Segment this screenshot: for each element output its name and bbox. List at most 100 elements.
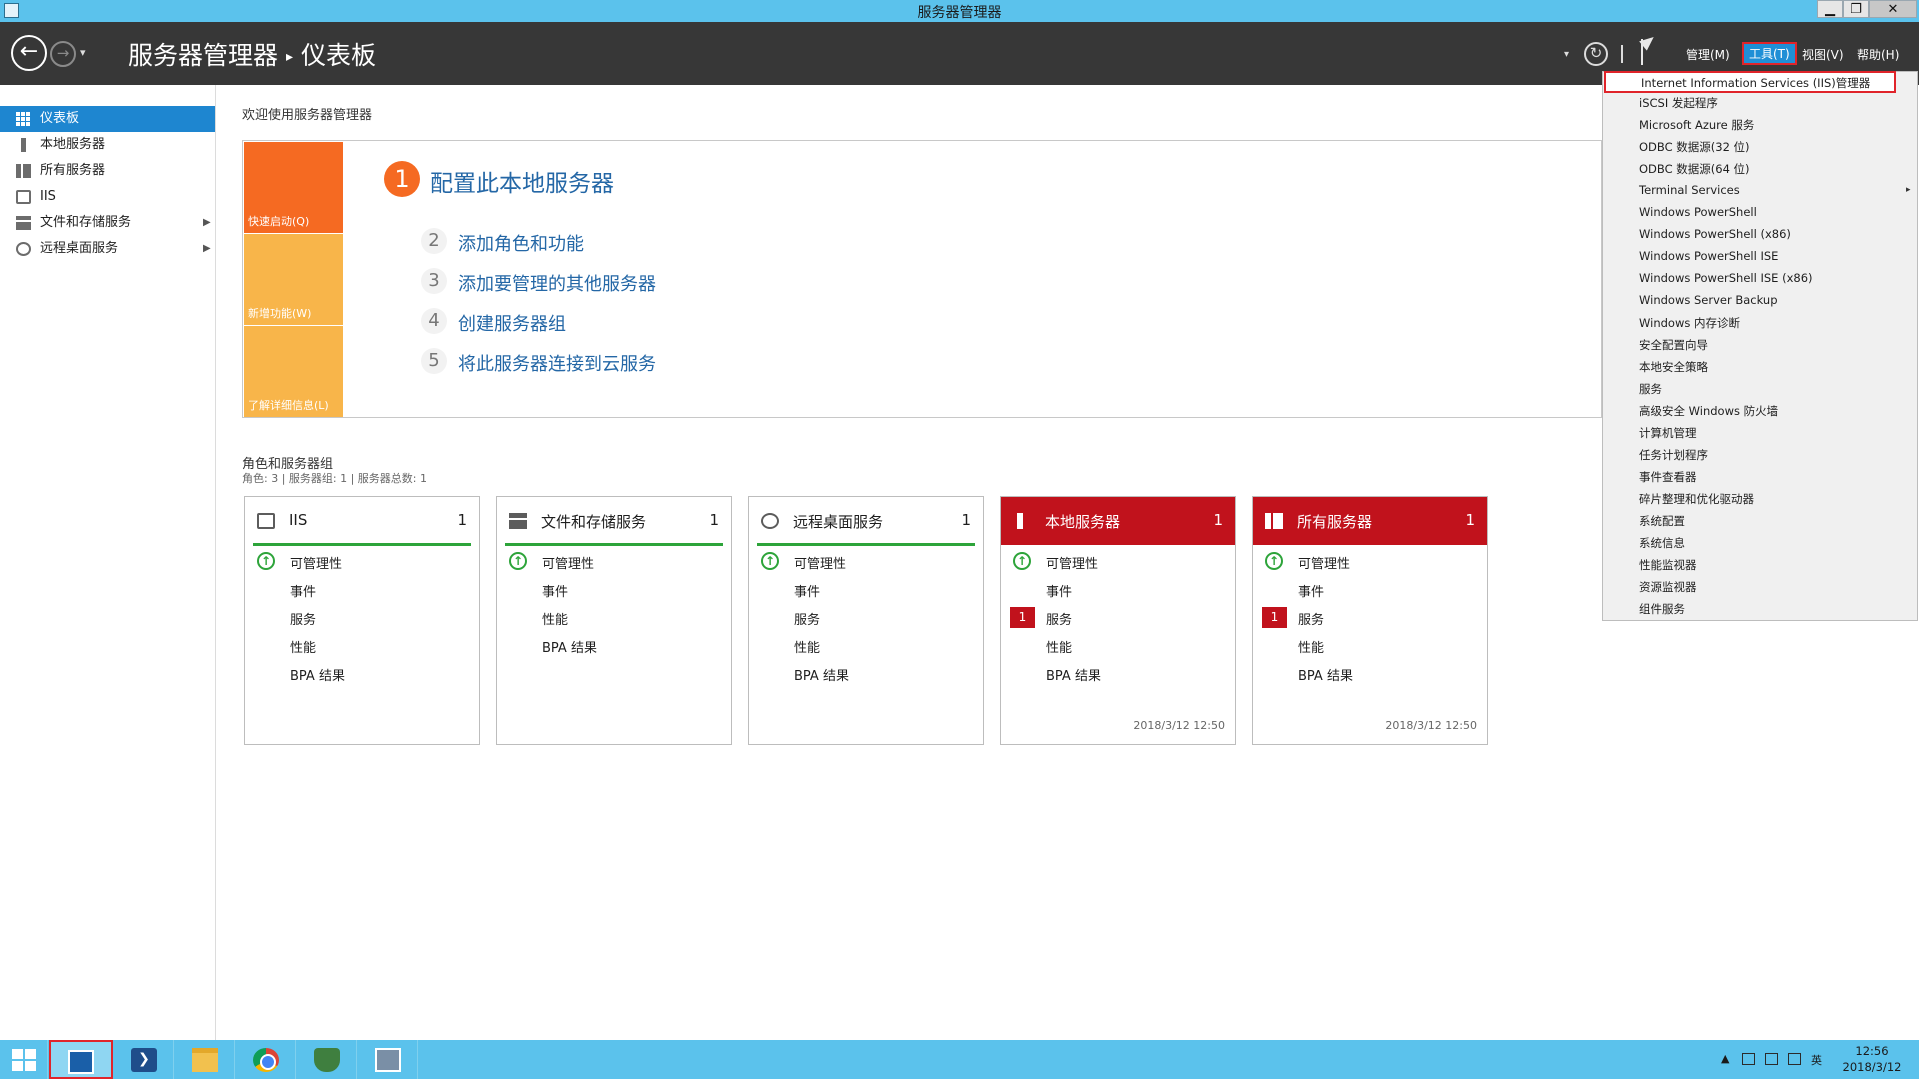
card-header[interactable]: 本地服务器 1 <box>1001 497 1235 545</box>
sidebar-item-remote-desktop[interactable]: 远程桌面服务 ▶ <box>0 236 215 262</box>
menu-item-perf-monitor[interactable]: 性能监视器 <box>1639 557 1697 573</box>
action-center-icon[interactable] <box>1742 1053 1755 1065</box>
taskbar-chrome[interactable] <box>236 1040 296 1079</box>
menu-item-powershell[interactable]: Windows PowerShell <box>1639 205 1757 219</box>
menu-item-server-backup[interactable]: Windows Server Backup <box>1639 293 1778 307</box>
volume-icon[interactable] <box>1788 1053 1801 1065</box>
menu-item-powershell-ise[interactable]: Windows PowerShell ISE <box>1639 249 1778 263</box>
menu-item-memory-diagnostic[interactable]: Windows 内存诊断 <box>1639 315 1740 331</box>
notifications-flag-icon[interactable] <box>1639 32 1659 65</box>
card-row-performance[interactable]: 性能 <box>542 609 568 628</box>
tile-learn-more[interactable]: 了解详细信息(L) <box>244 326 343 417</box>
back-button[interactable]: ← <box>11 35 47 71</box>
card-row-services[interactable]: 服务 <box>1046 609 1072 628</box>
menu-item-powershell-ise-x86[interactable]: Windows PowerShell ISE (x86) <box>1639 271 1813 285</box>
sidebar-item-dashboard[interactable]: 仪表板 <box>0 106 215 132</box>
system-clock[interactable]: 12:56 2018/3/12 <box>1832 1043 1912 1075</box>
history-dropdown-icon[interactable]: ▾ <box>80 46 86 59</box>
card-row-manageability[interactable]: 可管理性 <box>1046 553 1098 572</box>
refresh-icon[interactable]: ↻ <box>1584 42 1608 66</box>
ime-indicator[interactable]: 英 <box>1811 1052 1822 1068</box>
close-button[interactable]: ✕ <box>1869 0 1917 18</box>
menu-item-system-config[interactable]: 系统配置 <box>1639 513 1685 529</box>
card-row-bpa[interactable]: BPA 结果 <box>290 665 345 684</box>
menu-help[interactable]: 帮助(H) <box>1857 46 1899 63</box>
taskbar-file-explorer[interactable] <box>175 1040 235 1079</box>
menu-item-task-scheduler[interactable]: 任务计划程序 <box>1639 447 1708 463</box>
menu-item-odbc32[interactable]: ODBC 数据源(32 位) <box>1639 139 1750 155</box>
menu-item-resource-monitor[interactable]: 资源监视器 <box>1639 579 1697 595</box>
breadcrumb-root[interactable]: 服务器管理器 <box>128 41 278 70</box>
card-header[interactable]: 文件和存储服务 1 <box>497 497 731 545</box>
card-row-services[interactable]: 服务 <box>1298 609 1324 628</box>
card-row-events[interactable]: 事件 <box>794 581 820 600</box>
card-header[interactable]: 远程桌面服务 1 <box>749 497 983 545</box>
card-row-events[interactable]: 事件 <box>290 581 316 600</box>
card-row-performance[interactable]: 性能 <box>794 637 820 656</box>
tray-overflow-icon[interactable]: ▲ <box>1721 1052 1729 1065</box>
menu-item-system-info[interactable]: 系统信息 <box>1639 535 1685 551</box>
card-row-manageability[interactable]: 可管理性 <box>290 553 342 572</box>
network-icon <box>375 1048 401 1072</box>
card-row-manageability[interactable]: 可管理性 <box>1298 553 1350 572</box>
menu-item-odbc64[interactable]: ODBC 数据源(64 位) <box>1639 161 1750 177</box>
menu-item-iis-manager[interactable]: Internet Information Services (IIS)管理器 <box>1604 71 1896 93</box>
menu-item-services[interactable]: 服务 <box>1639 381 1662 397</box>
sidebar-item-iis[interactable]: IIS <box>0 184 215 210</box>
card-row-bpa[interactable]: BPA 结果 <box>1046 665 1101 684</box>
menu-item-event-viewer[interactable]: 事件查看器 <box>1639 469 1697 485</box>
step-add-servers[interactable]: 添加要管理的其他服务器 <box>458 270 656 296</box>
card-row-manageability[interactable]: 可管理性 <box>542 553 594 572</box>
card-row-performance[interactable]: 性能 <box>1298 637 1324 656</box>
tile-quick-start[interactable]: 快速启动(Q) <box>244 142 343 233</box>
forward-button[interactable]: → <box>50 41 76 67</box>
tile-whats-new[interactable]: 新增功能(W) <box>244 234 343 325</box>
sidebar-item-local-server[interactable]: 本地服务器 <box>0 132 215 158</box>
card-row-services[interactable]: 服务 <box>794 609 820 628</box>
card-row-events[interactable]: 事件 <box>1298 581 1324 600</box>
card-row-services[interactable]: 服务 <box>290 609 316 628</box>
header-dropdown-icon[interactable]: ▾ <box>1564 49 1569 60</box>
step-add-roles[interactable]: 添加角色和功能 <box>458 230 584 256</box>
network-tray-icon[interactable] <box>1765 1053 1778 1065</box>
start-button[interactable] <box>0 1040 48 1079</box>
menu-item-defrag[interactable]: 碎片整理和优化驱动器 <box>1639 491 1754 507</box>
menu-item-firewall[interactable]: 高级安全 Windows 防火墙 <box>1639 403 1778 419</box>
menu-item-terminal-services[interactable]: Terminal Services <box>1639 183 1740 197</box>
menu-item-component-services[interactable]: 组件服务 <box>1639 601 1685 617</box>
menu-item-azure[interactable]: Microsoft Azure 服务 <box>1639 117 1754 133</box>
card-row-events[interactable]: 事件 <box>1046 581 1072 600</box>
card-row-bpa[interactable]: BPA 结果 <box>542 637 597 656</box>
menu-view[interactable]: 视图(V) <box>1802 46 1844 63</box>
step-connect-cloud[interactable]: 将此服务器连接到云服务 <box>458 350 656 376</box>
card-row-manageability[interactable]: 可管理性 <box>794 553 846 572</box>
taskbar-security-tool[interactable] <box>297 1040 357 1079</box>
minimize-button[interactable]: ▁ <box>1817 0 1843 18</box>
card-row-bpa[interactable]: BPA 结果 <box>1298 665 1353 684</box>
step-create-group[interactable]: 创建服务器组 <box>458 310 566 336</box>
card-row-performance[interactable]: 性能 <box>1046 637 1072 656</box>
menu-item-local-security-policy[interactable]: 本地安全策略 <box>1639 359 1708 375</box>
expand-arrow-icon[interactable]: ▶ <box>203 210 211 236</box>
restore-button[interactable]: ❐ <box>1843 0 1869 18</box>
taskbar-server-manager[interactable] <box>49 1040 113 1079</box>
sidebar-item-label: IIS <box>40 189 56 204</box>
menu-item-security-wizard[interactable]: 安全配置向导 <box>1639 337 1708 353</box>
expand-arrow-icon[interactable]: ▶ <box>203 236 211 262</box>
menu-manage[interactable]: 管理(M) <box>1686 46 1730 63</box>
menu-item-computer-management[interactable]: 计算机管理 <box>1639 425 1697 441</box>
card-row-bpa[interactable]: BPA 结果 <box>794 665 849 684</box>
card-row-performance[interactable]: 性能 <box>290 637 316 656</box>
card-header[interactable]: IIS 1 <box>245 497 479 545</box>
menu-item-iscsi[interactable]: iSCSI 发起程序 <box>1639 95 1718 111</box>
taskbar-network-tool[interactable] <box>358 1040 418 1079</box>
card-header[interactable]: 所有服务器 1 <box>1253 497 1487 545</box>
taskbar-powershell[interactable]: ❯ <box>114 1040 174 1079</box>
menu-tools[interactable]: 工具(T) <box>1742 42 1797 65</box>
card-row-events[interactable]: 事件 <box>542 581 568 600</box>
step-configure-local-server[interactable]: 配置此本地服务器 <box>430 164 614 198</box>
menu-item-powershell-x86[interactable]: Windows PowerShell (x86) <box>1639 227 1791 241</box>
card-count: 1 <box>457 511 467 529</box>
sidebar-item-file-storage[interactable]: 文件和存储服务 ▶ <box>0 210 215 236</box>
sidebar-item-all-servers[interactable]: 所有服务器 <box>0 158 215 184</box>
